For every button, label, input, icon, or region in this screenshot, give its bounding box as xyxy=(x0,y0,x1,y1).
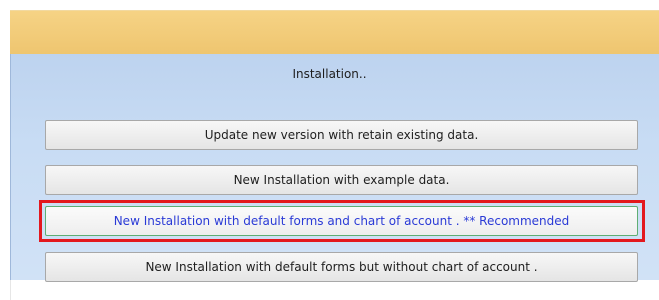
new-install-example-data-button[interactable]: New Installation with example data. xyxy=(45,165,638,195)
installation-heading: Installation.. xyxy=(292,67,367,81)
panel-footer xyxy=(10,280,659,300)
update-version-button[interactable]: Update new version with retain existing … xyxy=(45,120,638,150)
new-install-without-chart-button[interactable]: New Installation with default forms but … xyxy=(45,252,638,282)
installer-window: Installation.. Update new version with r… xyxy=(0,0,659,300)
window-title-bar xyxy=(10,10,659,55)
new-install-default-forms-chart-button[interactable]: New Installation with default forms and … xyxy=(45,206,638,236)
